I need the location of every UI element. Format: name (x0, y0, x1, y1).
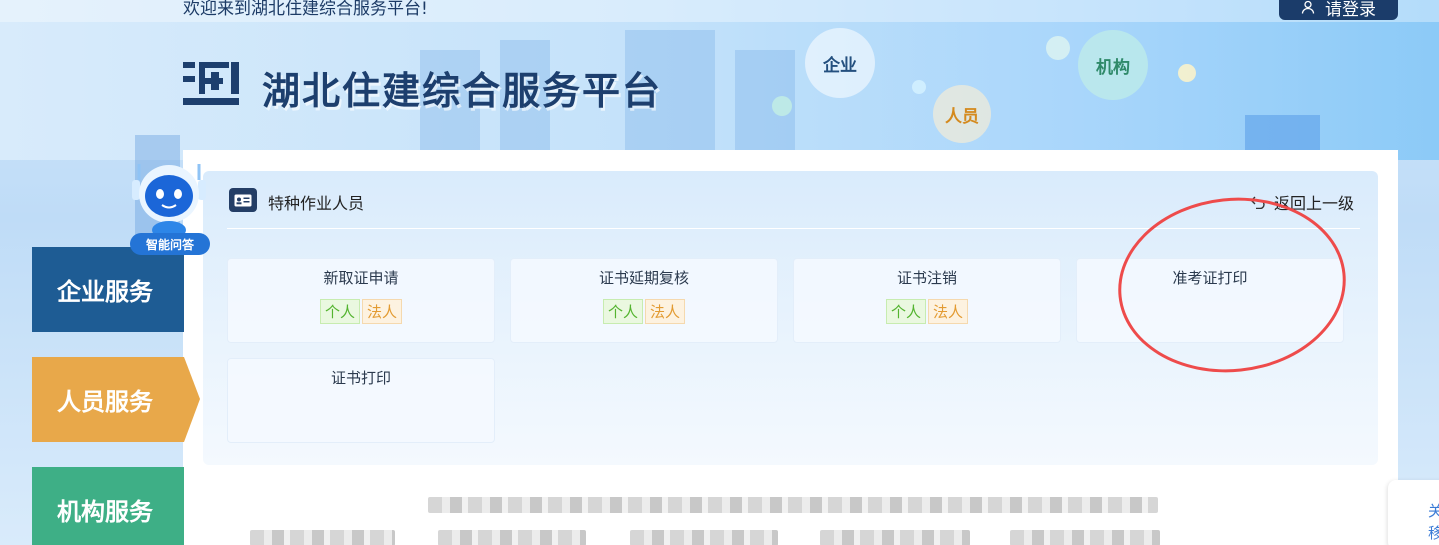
decor-dot (1178, 64, 1196, 82)
tag-legal-entity[interactable]: 法人 (645, 299, 686, 324)
tile-certificate-print[interactable]: 证书打印 (227, 358, 495, 443)
blurred-content (630, 530, 778, 545)
blurred-content (820, 530, 970, 545)
user-icon (1301, 0, 1315, 14)
decor-dot (912, 80, 926, 94)
nav-organization-services[interactable]: 机构服务 (32, 467, 184, 545)
side-widget-text: 关 (1428, 502, 1439, 520)
building-decoration (1245, 115, 1320, 155)
tag-legal-entity[interactable]: 法人 (928, 299, 969, 324)
tag-individual[interactable]: 个人 (602, 299, 643, 324)
side-widget-text: 移 (1428, 524, 1439, 542)
decor-dot (772, 96, 792, 116)
nav-personnel-services[interactable]: 人员服务 (32, 357, 200, 442)
section-title: 特种作业人员 (268, 194, 365, 213)
side-widget[interactable]: 关 移 (1388, 480, 1439, 545)
id-card-icon (229, 188, 257, 212)
tile-certificate-cancel[interactable]: 证书注销 个人 法人 (793, 258, 1061, 343)
tag-individual[interactable]: 个人 (319, 299, 360, 324)
login-label: 请登录 (1325, 0, 1376, 20)
personnel-bubble: 人员 (933, 85, 991, 143)
tag-legal-entity[interactable]: 法人 (362, 299, 403, 324)
blurred-content (428, 497, 1158, 513)
tile-new-certificate[interactable]: 新取证申请 个人 法人 (227, 258, 495, 343)
welcome-text: 欢迎来到湖北住建综合服务平台! (183, 0, 428, 19)
assistant-label[interactable]: 智能问答 (130, 233, 210, 255)
enterprise-bubble: 企业 (805, 28, 875, 98)
blurred-content (438, 530, 586, 545)
site-logo (183, 62, 239, 105)
tile-title: 证书打印 (330, 369, 391, 387)
blurred-content (1010, 530, 1160, 545)
blurred-content (250, 530, 395, 545)
site-title: 湖北住建综合服务平台 (262, 69, 663, 113)
organization-bubble: 机构 (1078, 30, 1148, 100)
tile-title: 证书注销 (896, 269, 957, 287)
tag-individual[interactable]: 个人 (885, 299, 926, 324)
decor-dot (1046, 36, 1070, 60)
login-button[interactable]: 请登录 (1279, 0, 1398, 20)
tile-title: 新取证申请 (323, 269, 399, 287)
tile-title: 证书延期复核 (598, 269, 689, 287)
tile-certificate-renewal[interactable]: 证书延期复核 个人 法人 (510, 258, 778, 343)
nav-enterprise-services[interactable]: 企业服务 (32, 247, 184, 332)
